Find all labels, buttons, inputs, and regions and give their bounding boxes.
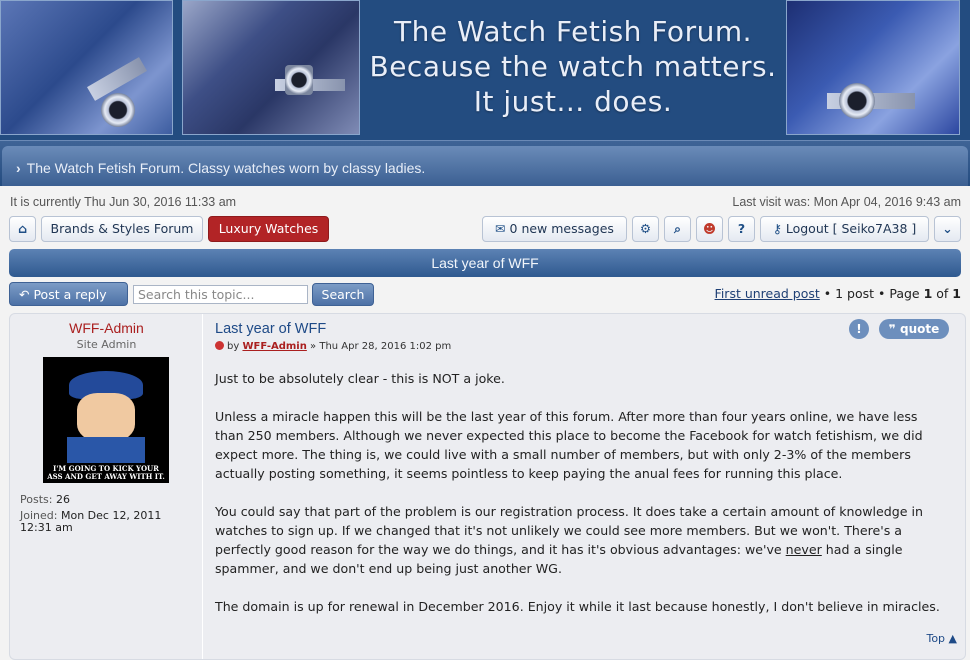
logout-button[interactable]: ⚷ Logout [ Seiko7A38 ] bbox=[760, 216, 929, 242]
forum-title-link[interactable]: › The Watch Fetish Forum. Classy watches … bbox=[16, 160, 425, 176]
topic-title[interactable]: Last year of WFF bbox=[431, 255, 538, 271]
home-icon: ⌂ bbox=[18, 221, 27, 236]
page-current: 1 bbox=[923, 286, 933, 301]
messages-label: 0 new messages bbox=[509, 221, 614, 236]
post-paragraph-3: You could say that part of the problem i… bbox=[215, 504, 923, 576]
post-subject[interactable]: Last year of WFF bbox=[215, 321, 326, 337]
posts-label: Posts: bbox=[20, 493, 53, 506]
joined-value: Mon Dec 12, 2011 bbox=[60, 509, 162, 522]
logout-label: Logout [ Seiko7A38 ] bbox=[785, 221, 917, 236]
post: WFF-Admin Site Admin I'M GOING TO KICK Y… bbox=[9, 313, 966, 660]
topic-actions: ↶ Post a reply Search this topic... Sear… bbox=[0, 282, 970, 308]
last-visit: Last visit was: Mon Apr 04, 2016 9:43 am bbox=[732, 195, 961, 209]
page-total: 1 bbox=[952, 286, 961, 301]
members-icon: ☻ bbox=[702, 221, 717, 236]
banner-line-1: The Watch Fetish Forum. bbox=[393, 15, 752, 48]
post-reply-button[interactable]: ↶ Post a reply bbox=[9, 282, 128, 306]
forum-title-text: The Watch Fetish Forum. Classy watches w… bbox=[26, 160, 426, 176]
info-row: It is currently Thu Jun 30, 2016 11:33 a… bbox=[0, 186, 970, 216]
quote-label: quote bbox=[899, 322, 940, 336]
topic-search-input[interactable]: Search this topic... bbox=[133, 285, 308, 304]
reply-arrow-icon: ↶ bbox=[19, 287, 30, 302]
post-author-name[interactable]: WFF-Admin bbox=[10, 320, 203, 336]
banner-photo-left bbox=[0, 0, 173, 135]
post-paragraph-1: Just to be absolutely clear - this is NO… bbox=[215, 371, 505, 386]
chevron-right-icon: › bbox=[16, 160, 21, 176]
banner-line-2: Because the watch matters. bbox=[369, 50, 777, 83]
meta-author-link[interactable]: WFF-Admin bbox=[242, 341, 306, 352]
post-author-rank: Site Admin bbox=[76, 338, 137, 351]
nav-strip: › The Watch Fetish Forum. Classy watches … bbox=[0, 140, 970, 186]
home-button[interactable]: ⌂ bbox=[9, 216, 36, 242]
joined-time: 12:31 am bbox=[20, 521, 73, 534]
breadcrumb-luxury-watches[interactable]: Luxury Watches bbox=[208, 216, 329, 242]
page-of: of bbox=[932, 286, 953, 301]
pagination-info: First unread post • 1 post • Page 1 of 1 bbox=[715, 286, 961, 301]
quote-button[interactable]: ❞ quote bbox=[879, 319, 949, 339]
current-time: It is currently Thu Jun 30, 2016 11:33 a… bbox=[10, 195, 237, 209]
post-link-icon[interactable] bbox=[215, 341, 224, 350]
banner-line-3: It just... does. bbox=[473, 85, 673, 118]
posts-value: 26 bbox=[55, 493, 70, 506]
breadcrumb-brands-styles[interactable]: Brands & Styles Forum bbox=[41, 216, 203, 242]
chevron-down-icon: ⌄ bbox=[942, 221, 953, 236]
post-count-stat: Posts: 26 bbox=[20, 493, 70, 506]
arrow-up-icon: ▲ bbox=[948, 632, 957, 645]
forum-title-bar: › The Watch Fetish Forum. Classy watches … bbox=[2, 146, 968, 186]
envelope-icon: ✉ bbox=[495, 221, 506, 236]
top-link[interactable]: Top ▲ bbox=[926, 632, 957, 645]
banner-slogan: The Watch Fetish Forum. Because the watc… bbox=[360, 14, 786, 119]
top-label: Top bbox=[926, 632, 946, 645]
gear-icon: ⚙ bbox=[639, 221, 652, 236]
messages-button[interactable]: ✉ 0 new messages bbox=[482, 216, 627, 242]
topic-title-bar: Last year of WFF bbox=[9, 249, 961, 277]
avatar-caption: I'M GOING TO KICK YOUR ASS AND GET AWAY … bbox=[47, 464, 165, 481]
settings-button[interactable]: ⚙ bbox=[632, 216, 659, 242]
banner-photo-right bbox=[786, 0, 960, 135]
help-button[interactable]: ? bbox=[728, 216, 755, 242]
report-button[interactable]: ! bbox=[849, 319, 869, 339]
quick-links-button[interactable]: ⌄ bbox=[934, 216, 961, 242]
members-button[interactable]: ☻ bbox=[696, 216, 723, 242]
post-count: • 1 post • Page bbox=[819, 286, 924, 301]
topic-search-button[interactable]: Search bbox=[312, 283, 374, 306]
toolbar: ⌂ Brands & Styles Forum Luxury Watches ✉… bbox=[0, 216, 970, 244]
site-banner: The Watch Fetish Forum. Because the watc… bbox=[0, 0, 970, 140]
post-paragraph-4: The domain is up for renewal in December… bbox=[215, 599, 940, 614]
key-icon: ⚷ bbox=[772, 221, 782, 236]
post-meta: by WFF-Admin » Thu Apr 28, 2016 1:02 pm bbox=[215, 341, 451, 352]
first-unread-link[interactable]: First unread post bbox=[715, 286, 820, 301]
meta-by: by bbox=[227, 341, 240, 352]
avatar: I'M GOING TO KICK YOUR ASS AND GET AWAY … bbox=[43, 357, 169, 483]
search-button[interactable]: ⌕ bbox=[664, 216, 691, 242]
quote-icon: ❞ bbox=[888, 322, 896, 336]
help-icon: ? bbox=[737, 221, 746, 236]
never-emphasis: never bbox=[785, 542, 822, 557]
meta-date: » Thu Apr 28, 2016 1:02 pm bbox=[310, 341, 452, 352]
search-icon: ⌕ bbox=[673, 221, 681, 236]
banner-photo-middle bbox=[182, 0, 360, 135]
post-reply-label: Post a reply bbox=[33, 287, 107, 302]
post-content: Just to be absolutely clear - this is NO… bbox=[215, 369, 949, 635]
post-profile: WFF-Admin Site Admin I'M GOING TO KICK Y… bbox=[10, 314, 203, 659]
post-paragraph-2: Unless a miracle happen this will be the… bbox=[215, 409, 923, 481]
